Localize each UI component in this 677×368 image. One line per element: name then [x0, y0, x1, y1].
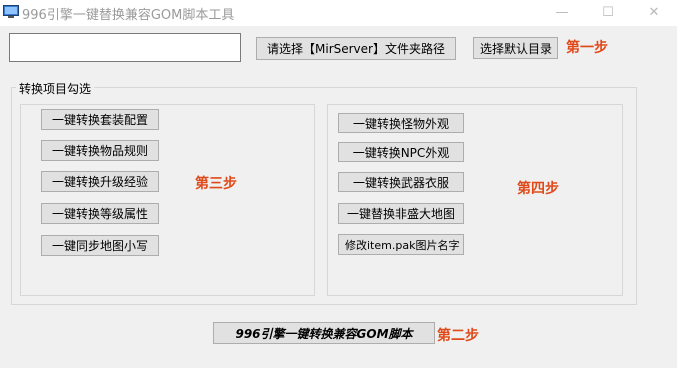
convert-weapon-clothes-button[interactable]: 一键转换武器衣服 [338, 172, 464, 192]
replace-non-shanda-map-button[interactable]: 一键替换非盛大地图 [338, 203, 464, 224]
step-two-label: 第二步 [437, 328, 479, 344]
maximize-button[interactable]: ☐ [586, 0, 630, 26]
title-bar: 996引擎一键替换兼容GOM脚本工具 — ☐ ✕ [0, 0, 677, 26]
convert-gom-script-button[interactable]: 996引擎一键转换兼容GOM脚本 [213, 322, 435, 344]
convert-suit-config-button[interactable]: 一键转换套装配置 [41, 109, 159, 130]
group-title: 转换项目勾选 [16, 80, 95, 97]
convert-level-attr-button[interactable]: 一键转换等级属性 [41, 203, 159, 224]
select-folder-button[interactable]: 请选择【MirServer】文件夹路径 [256, 37, 456, 60]
rename-item-pak-images-button[interactable]: 修改item.pak图片名字 [338, 234, 464, 255]
sync-map-lowercase-button[interactable]: 一键同步地图小写 [41, 235, 159, 256]
left-panel [20, 104, 315, 296]
convert-monster-look-button[interactable]: 一键转换怪物外观 [338, 113, 464, 133]
minimize-button[interactable]: — [540, 0, 584, 26]
default-directory-button[interactable]: 选择默认目录 [473, 37, 558, 59]
step-four-label: 第四步 [517, 181, 559, 197]
step-three-label: 第三步 [195, 176, 237, 192]
close-button[interactable]: ✕ [632, 0, 676, 26]
path-input[interactable] [9, 33, 241, 62]
convert-npc-look-button[interactable]: 一键转换NPC外观 [338, 142, 464, 162]
step-one-label: 第一步 [566, 40, 608, 56]
convert-item-rules-button[interactable]: 一键转换物品规则 [41, 140, 159, 161]
convert-level-exp-button[interactable]: 一键转换升级经验 [41, 171, 159, 192]
app-icon [3, 5, 19, 18]
window-title: 996引擎一键替换兼容GOM脚本工具 [22, 8, 235, 23]
